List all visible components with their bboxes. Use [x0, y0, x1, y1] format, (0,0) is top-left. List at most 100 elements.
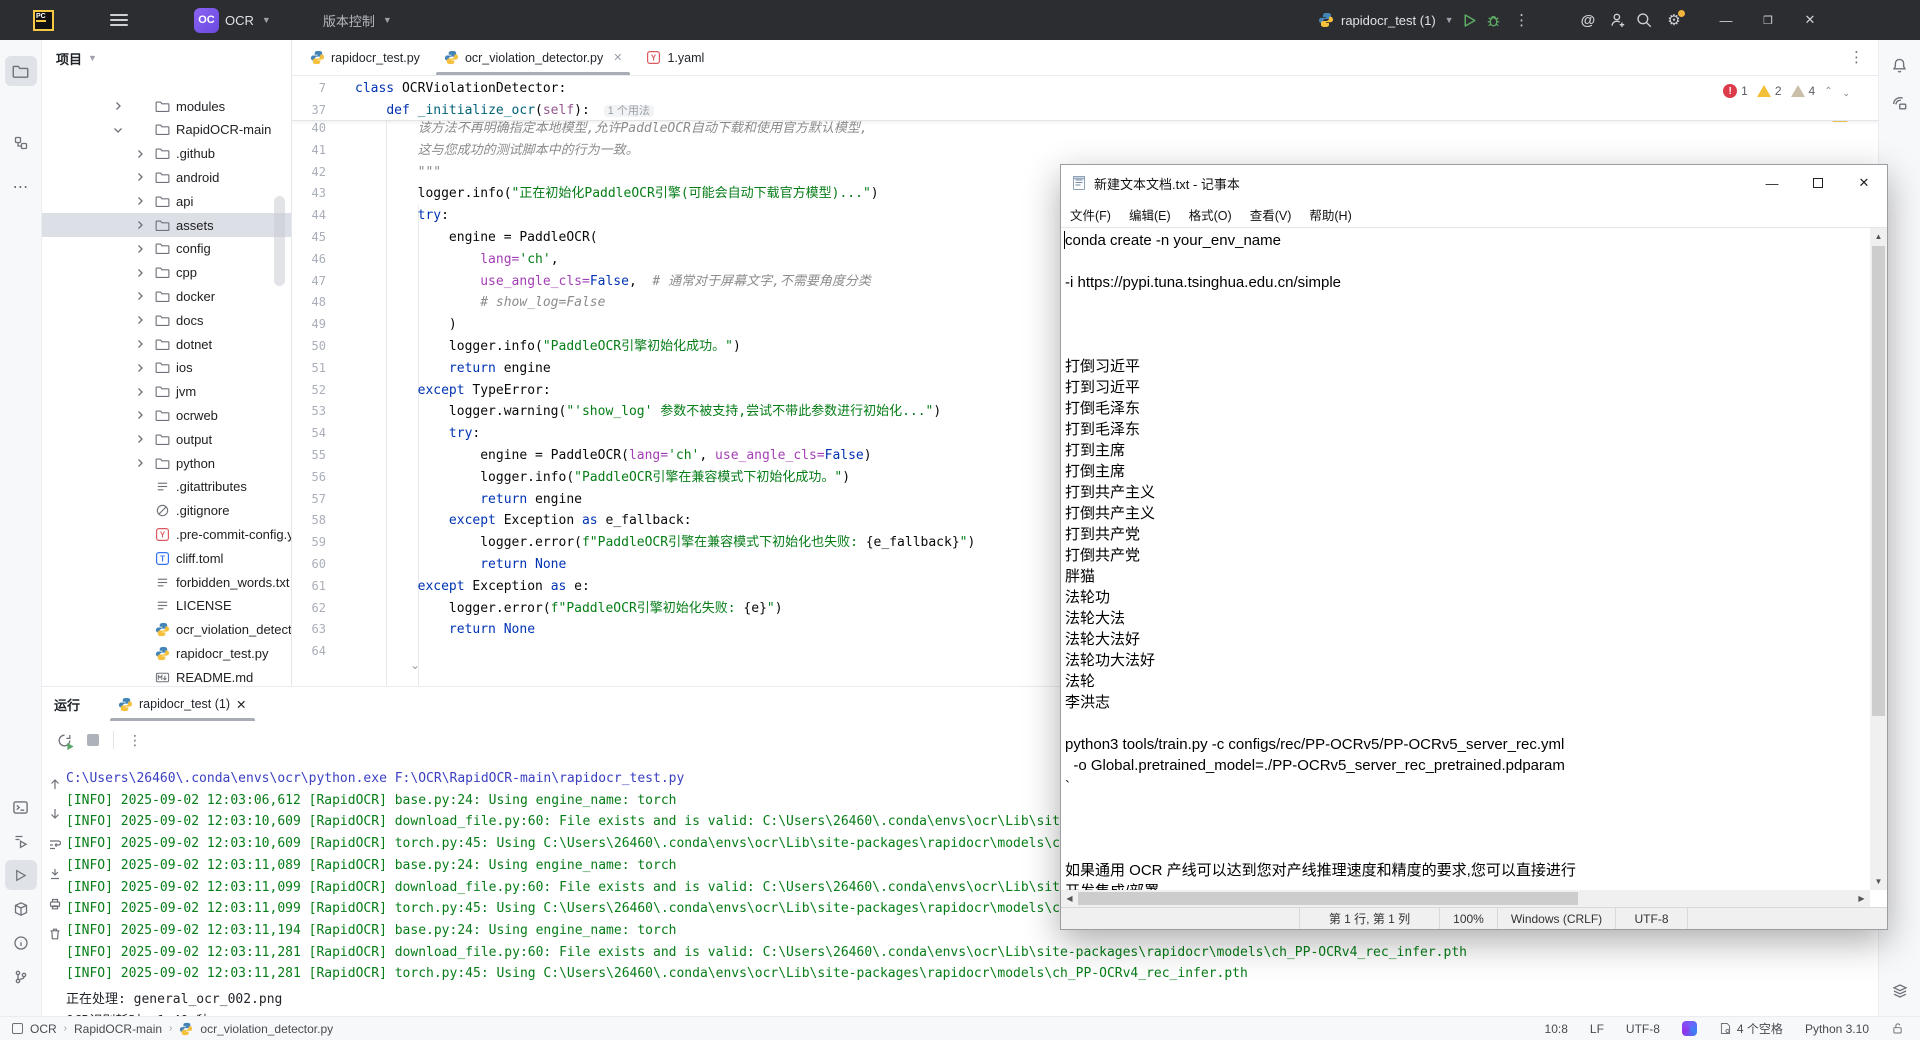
tree-item-docs[interactable]: docs [42, 308, 292, 332]
tree-item-ocrweb[interactable]: ocrweb [42, 403, 292, 427]
sticky-code-line[interactable]: def _initialize_ocr(self): 1 个用法 [355, 100, 654, 123]
notepad-maximize-button[interactable] [1795, 165, 1841, 201]
interpreter-widget[interactable]: Python 3.10 [1805, 1022, 1869, 1036]
ai-plugin-icon[interactable] [1682, 1021, 1697, 1036]
chevron-right-icon[interactable] [134, 338, 146, 350]
notepad-menu-H[interactable]: 帮助(H) [1300, 205, 1360, 224]
editor-tab-ocr_violation_detector.py[interactable]: ocr_violation_detector.py✕ [432, 40, 635, 75]
tree-item-LICENSE[interactable]: LICENSE [42, 594, 292, 618]
tree-item-RapidOCR-main[interactable]: RapidOCR-main [42, 118, 292, 142]
notepad-window[interactable]: 新建文本文档.txt - 记事本 — ✕ 文件(F)编辑(E)格式(O)查看(V… [1060, 164, 1888, 930]
run-tool-active-icon[interactable] [5, 860, 37, 890]
editor-tab-rapidocr_test.py[interactable]: rapidocr_test.py [298, 40, 432, 75]
chevron-right-icon[interactable] [134, 195, 146, 207]
notepad-hscrollbar[interactable]: ◀ ▶ [1061, 890, 1870, 907]
chevron-down-icon[interactable] [112, 124, 124, 136]
run-config-name[interactable]: rapidocr_test (1) [1341, 13, 1436, 28]
notifications-bell-icon[interactable] [1884, 50, 1916, 80]
chevron-down-icon[interactable]: ▼ [1445, 15, 1454, 25]
tree-item-cpp[interactable]: cpp [42, 261, 292, 285]
tree-item-.gitattributes[interactable]: .gitattributes [42, 475, 292, 499]
chevron-right-icon[interactable] [134, 409, 146, 421]
notepad-menu-E[interactable]: 编辑(E) [1120, 205, 1180, 224]
breadcrumb[interactable]: OCR › RapidOCR-main › ocr_violation_dete… [12, 1022, 333, 1036]
tree-item-.pre-commit-config.yaml[interactable]: Y.pre-commit-config.yaml [42, 522, 292, 546]
window-minimize-button[interactable]: — [1712, 6, 1740, 34]
indent-widget[interactable]: 4 个空格 [1719, 1020, 1783, 1037]
chevron-right-icon[interactable] [134, 457, 146, 469]
fold-region-icon[interactable]: ⌄ [410, 658, 420, 672]
scroll-up-icon[interactable]: ▲ [1870, 228, 1887, 245]
tree-item-output[interactable]: output [42, 427, 292, 451]
hscroll-thumb[interactable] [1078, 892, 1578, 905]
console-more-icon[interactable]: ⋮ [128, 732, 142, 749]
window-close-button[interactable]: ✕ [1796, 6, 1824, 34]
tree-item-README.md[interactable]: README.md [42, 665, 292, 686]
next-problem-icon[interactable]: ⌃ [1842, 86, 1850, 97]
tree-item-ios[interactable]: ios [42, 356, 292, 380]
settings-gear-icon[interactable]: ⚙ [1661, 11, 1687, 29]
chevron-right-icon[interactable] [134, 267, 146, 279]
git-tool-icon[interactable] [5, 962, 37, 992]
chevron-right-icon[interactable] [134, 148, 146, 160]
chevron-right-icon[interactable] [134, 243, 146, 255]
close-tab-icon[interactable]: ✕ [236, 697, 246, 712]
vscroll-thumb[interactable] [1872, 246, 1885, 716]
scroll-left-icon[interactable]: ◀ [1061, 890, 1078, 907]
scroll-down-icon[interactable]: ▼ [1870, 873, 1887, 890]
tree-item-cliff.toml[interactable]: Tcliff.toml [42, 546, 292, 570]
chevron-right-icon[interactable] [134, 290, 146, 302]
notepad-vscrollbar[interactable]: ▲ ▼ [1870, 228, 1887, 890]
notepad-minimize-button[interactable]: — [1749, 165, 1795, 201]
tree-item-dotnet[interactable]: dotnet [42, 332, 292, 356]
tree-item-python[interactable]: python [42, 451, 292, 475]
sticky-code-line[interactable]: class OCRViolationDetector: [355, 78, 566, 100]
run-tool-icon[interactable] [5, 826, 37, 856]
tree-item-api[interactable]: api [42, 189, 292, 213]
encoding-widget[interactable]: UTF-8 [1626, 1022, 1660, 1036]
line-ending-widget[interactable]: LF [1590, 1022, 1604, 1036]
notepad-menu-O[interactable]: 格式(O) [1180, 205, 1241, 224]
window-restore-button[interactable]: ❐ [1754, 6, 1782, 34]
unlocked-icon[interactable] [1891, 1022, 1904, 1035]
prev-problem-icon[interactable]: ⌃ [1824, 86, 1832, 97]
rerun-button[interactable] [56, 732, 73, 749]
chevron-right-icon[interactable] [134, 362, 146, 374]
tree-item-ocr_violation_detector.py[interactable]: ocr_violation_detector.py [42, 618, 292, 642]
chevron-right-icon[interactable] [134, 433, 146, 445]
chevron-right-icon[interactable] [134, 219, 146, 231]
tree-item-assets[interactable]: assets [42, 213, 292, 237]
notepad-text-area[interactable]: conda create -n your_env_name -i https:/… [1061, 227, 1887, 890]
chevron-right-icon[interactable] [112, 100, 124, 112]
scroll-right-icon[interactable]: ▶ [1853, 890, 1870, 907]
notepad-menu-V[interactable]: 查看(V) [1241, 205, 1301, 224]
tree-item-forbidden_words.txt[interactable]: forbidden_words.txt [42, 570, 292, 594]
search-icon[interactable] [1635, 11, 1653, 29]
notepad-close-button[interactable]: ✕ [1841, 165, 1887, 201]
tree-item-config[interactable]: config [42, 237, 292, 261]
run-button[interactable] [1461, 12, 1478, 29]
project-panel-header[interactable]: 项目▼ [42, 40, 291, 76]
tree-item-.github[interactable]: .github [42, 142, 292, 166]
project-widget[interactable]: OC OCR ▼ [128, 8, 271, 33]
more-tools-icon[interactable]: ⋯ [5, 172, 37, 202]
packages-tool-icon[interactable] [5, 894, 37, 924]
tree-item-rapidocr_test.py[interactable]: rapidocr_test.py [42, 641, 292, 665]
editor-tab-1.yaml[interactable]: Y1.yaml [634, 40, 716, 75]
tree-item-docker[interactable]: docker [42, 284, 292, 308]
chevron-right-icon[interactable] [134, 314, 146, 326]
vcs-widget[interactable]: 版本控制 ▼ [271, 11, 392, 30]
tree-item-modules[interactable]: modules [42, 94, 292, 118]
add-user-icon[interactable] [1609, 11, 1627, 29]
main-menu-icon[interactable] [110, 11, 128, 29]
run-tab[interactable]: rapidocr_test (1) ✕ [108, 687, 257, 721]
notepad-menu-F[interactable]: 文件(F) [1061, 205, 1120, 224]
problems-tool-icon[interactable] [5, 928, 37, 958]
close-tab-icon[interactable]: ✕ [613, 51, 622, 64]
project-tool-icon[interactable] [5, 56, 37, 86]
stop-button[interactable] [87, 734, 99, 746]
screen-cast-icon[interactable] [1884, 88, 1916, 118]
tree-item-.gitignore[interactable]: .gitignore [42, 499, 292, 523]
tab-options-icon[interactable]: ⋮ [1849, 48, 1864, 66]
notepad-title-bar[interactable]: 新建文本文档.txt - 记事本 — ✕ [1061, 165, 1887, 201]
